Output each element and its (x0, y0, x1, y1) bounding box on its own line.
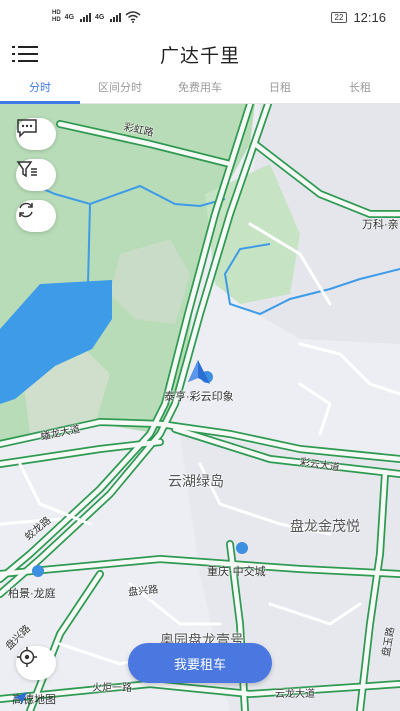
title-bar: 广达千里 (0, 34, 400, 74)
poi-label: 柏景·龙庭 (8, 588, 56, 600)
filter-icon (16, 161, 37, 178)
filter-button[interactable] (16, 159, 56, 191)
poi-label: 万科·亲 (362, 219, 399, 231)
amap-logo-icon (13, 692, 27, 704)
tab-timeshare[interactable]: 分时 (0, 74, 80, 104)
signal-group: HD HD 4G 4G (52, 10, 141, 24)
tab-long-rent[interactable]: 长租 (320, 74, 400, 103)
tab-free-ride[interactable]: 免费用车 (160, 74, 240, 103)
car-marker-icon[interactable] (186, 358, 216, 388)
battery-icon: 22 (330, 11, 348, 23)
sim-indicator: HD HD (52, 10, 61, 23)
poi-label: 泰亨·彩云印象 (164, 391, 234, 403)
road-label: 盘兴路 (127, 584, 159, 599)
signal-icon (80, 12, 92, 22)
tab-interval-timeshare[interactable]: 区间分时 (80, 74, 160, 103)
locate-button[interactable] (16, 646, 56, 680)
refresh-button[interactable] (16, 200, 56, 232)
rent-car-button[interactable]: 我要租车 (128, 643, 272, 683)
page-title: 广达千里 (159, 45, 240, 67)
network-type-2: 4G (95, 13, 105, 21)
message-button[interactable] (16, 118, 56, 150)
poi-label: 重庆·中交城 (207, 566, 266, 578)
map-canvas (0, 104, 400, 711)
status-right: 22 12:16 (330, 9, 386, 25)
map-view[interactable]: 彩虹路 万科·亲 泰亨·彩云印象 蟠龙大道 彩云大道 云湖绿岛 盘龙金茂悦 蛟龙… (0, 104, 400, 711)
status-bar: HD HD 4G 4G 22 12:16 (0, 0, 400, 34)
tab-daily-rent[interactable]: 日租 (240, 74, 320, 103)
rental-type-tabs: 分时 区间分时 免费用车 日租 长租 (0, 74, 400, 104)
locate-icon (17, 647, 37, 667)
refresh-icon (19, 202, 33, 218)
area-label: 云湖绿岛 (168, 473, 224, 489)
road-label: 火炬一路 (92, 683, 132, 694)
menu-icon[interactable] (12, 43, 38, 65)
network-type-1: 4G (64, 13, 75, 21)
road-label: 云龙大道 (275, 689, 315, 700)
area-label: 盘龙金茂悦 (290, 518, 360, 534)
map-attribution: 高德地图 (12, 691, 56, 707)
message-icon (17, 119, 37, 138)
signal-icon (110, 12, 122, 22)
wifi-icon (125, 11, 141, 23)
clock: 12:16 (353, 9, 386, 25)
